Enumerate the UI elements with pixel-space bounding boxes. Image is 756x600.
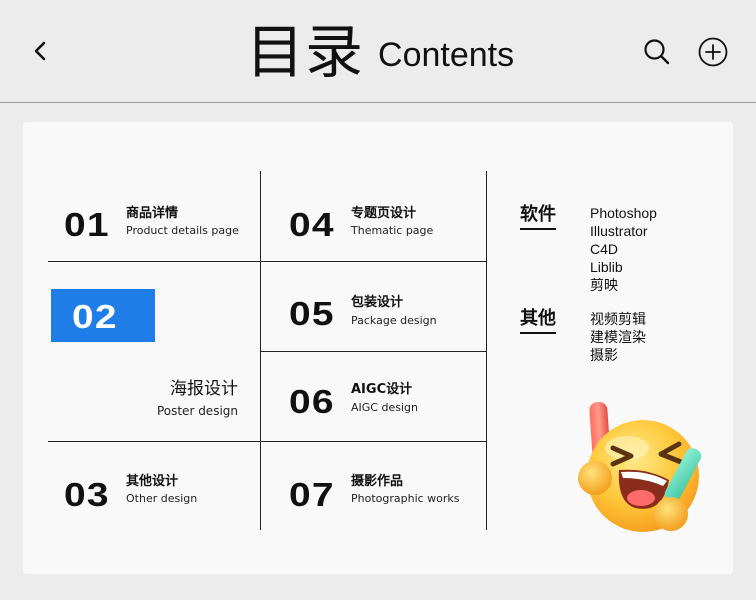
laughing-emoji-icon: [578, 401, 702, 532]
page-title-cn: 目录: [246, 18, 365, 86]
toc-item-title-en: Poster design: [156, 404, 238, 418]
toc-item-title-cn: 专题页设计: [351, 206, 417, 221]
toc-item-number: 07: [289, 476, 335, 513]
list-item: C4D: [590, 241, 619, 257]
search-icon: [644, 39, 670, 65]
list-item: 剪映: [590, 277, 618, 293]
toc-item-title-cn: 海报设计: [170, 379, 238, 399]
toc-item-product-details[interactable]: 01 商品详情 Product details page: [48, 171, 260, 261]
toc-item-photographic-works[interactable]: 07 摄影作品 Photographic works: [261, 442, 486, 530]
top-bar: 目录 Contents: [0, 0, 756, 103]
software-heading: 软件: [520, 206, 556, 230]
list-item: Liblib: [590, 259, 623, 275]
toc-item-title-en: Other design: [126, 492, 198, 505]
active-badge: 02: [51, 289, 155, 342]
toc-item-number: 01: [64, 206, 110, 243]
toc-item-title-cn: 包装设计: [351, 295, 404, 310]
poster-labels: 海报设计 Poster design: [98, 381, 238, 421]
other-list: 视频剪辑 建模渲染 摄影: [590, 310, 646, 364]
other-heading: 其他: [520, 310, 556, 334]
toc-item-title-cn: 其他设计: [126, 474, 179, 489]
list-item: 建模渲染: [590, 329, 646, 345]
back-button[interactable]: [30, 38, 52, 64]
toc-item-poster-design[interactable]: 02 海报设计 Poster design: [23, 261, 260, 441]
toc-item-thematic-page[interactable]: 04 专题页设计 Thematic page: [261, 171, 486, 261]
list-item: 视频剪辑: [590, 311, 646, 327]
list-item: Photoshop: [590, 205, 657, 221]
page-title: 目录 Contents: [246, 14, 514, 90]
toc-item-title-en: Thematic page: [351, 224, 434, 237]
chevron-left-icon: [34, 41, 46, 61]
toc-item-title-cn: 摄影作品: [351, 474, 404, 489]
toc-item-title-cn: AIGC设计: [351, 382, 413, 397]
toc-item-package-design[interactable]: 05 包装设计 Package design: [261, 262, 486, 351]
contents-card: 01 商品详情 Product details page 02 海报设计 Pos…: [23, 122, 733, 574]
list-item: 摄影: [590, 347, 618, 363]
toc-item-number: 06: [289, 383, 335, 420]
toc-item-number: 04: [289, 206, 335, 243]
page-title-en: Contents: [378, 36, 515, 74]
toc-item-title-en: Photographic works: [351, 492, 460, 505]
plus-circle-icon: [698, 37, 728, 67]
software-list: Photoshop Illustrator C4D Liblib 剪映: [590, 204, 657, 294]
toc-item-title-cn: 商品详情: [126, 206, 179, 221]
list-item: Illustrator: [590, 223, 648, 239]
toc-item-number: 05: [289, 295, 335, 332]
toc-item-title-en: AIGC design: [351, 401, 418, 414]
toc-item-other-design[interactable]: 03 其他设计 Other design: [48, 441, 260, 530]
toc-item-aigc-design[interactable]: 06 AIGC设计 AIGC design: [261, 352, 486, 441]
toc-item-title-en: Product details page: [126, 224, 239, 237]
toc-item-number: 03: [64, 476, 110, 513]
toc-item-number: 02: [72, 298, 118, 335]
add-button[interactable]: [697, 36, 729, 68]
search-button[interactable]: [642, 37, 672, 67]
toc-item-title-en: Package design: [351, 314, 437, 327]
